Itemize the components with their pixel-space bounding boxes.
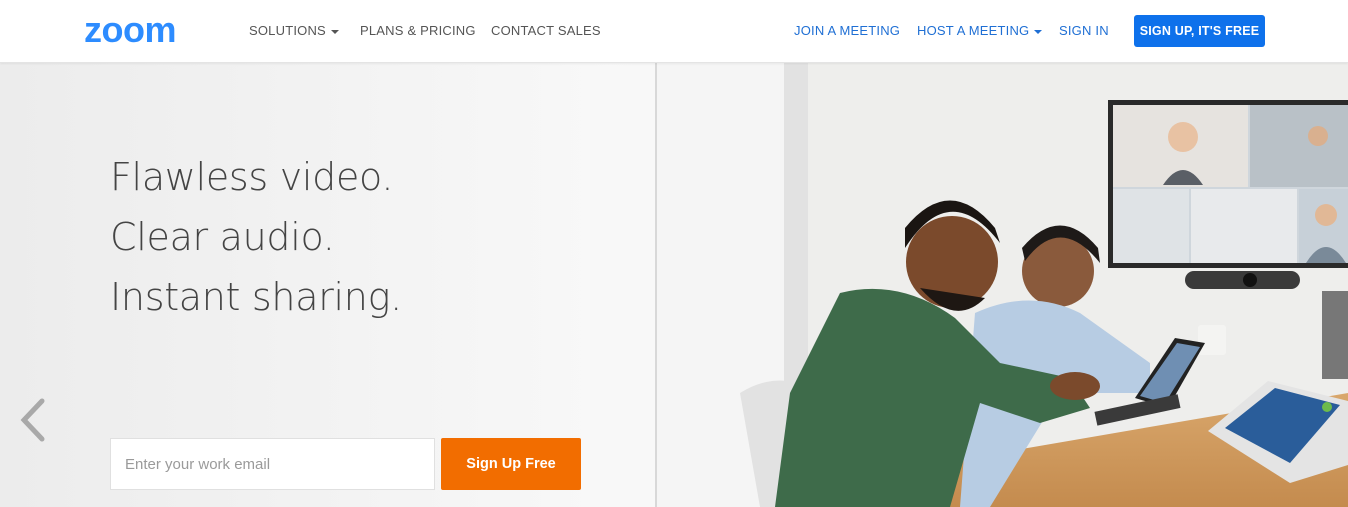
sign-up-free-button[interactable]: SIGN UP, IT'S FREE [1134, 15, 1265, 47]
nav-host-label: HOST A MEETING [917, 23, 1030, 38]
carousel-prev-arrow-icon[interactable] [18, 395, 58, 445]
hero-headline-line-1: Flawless video. [110, 155, 394, 199]
zoom-logo[interactable]: zoom [84, 14, 196, 46]
nav-plans-pricing[interactable]: PLANS & PRICING [360, 23, 476, 38]
hero-headline-line-3: Instant sharing. [110, 275, 402, 319]
chevron-down-icon [1034, 29, 1043, 34]
nav-sign-in[interactable]: SIGN IN [1059, 23, 1109, 38]
hero-banner: Flawless video. Clear audio. Instant sha… [0, 63, 1348, 507]
chevron-down-icon [330, 29, 339, 34]
nav-host-meeting[interactable]: HOST A MEETING [917, 23, 1043, 38]
sign-up-free-cta-button[interactable]: Sign Up Free [441, 438, 581, 490]
work-email-input[interactable] [110, 438, 435, 490]
hero-headline-line-2: Clear audio. [110, 215, 335, 259]
top-navigation-bar: zoom SOLUTIONS PLANS & PRICING CONTACT S… [0, 0, 1348, 63]
nav-solutions-label: SOLUTIONS [249, 23, 326, 38]
nav-join-meeting[interactable]: JOIN A MEETING [794, 23, 900, 38]
nav-solutions[interactable]: SOLUTIONS [249, 23, 339, 38]
logo-text: zoom [84, 14, 176, 46]
nav-contact-sales[interactable]: CONTACT SALES [491, 23, 601, 38]
